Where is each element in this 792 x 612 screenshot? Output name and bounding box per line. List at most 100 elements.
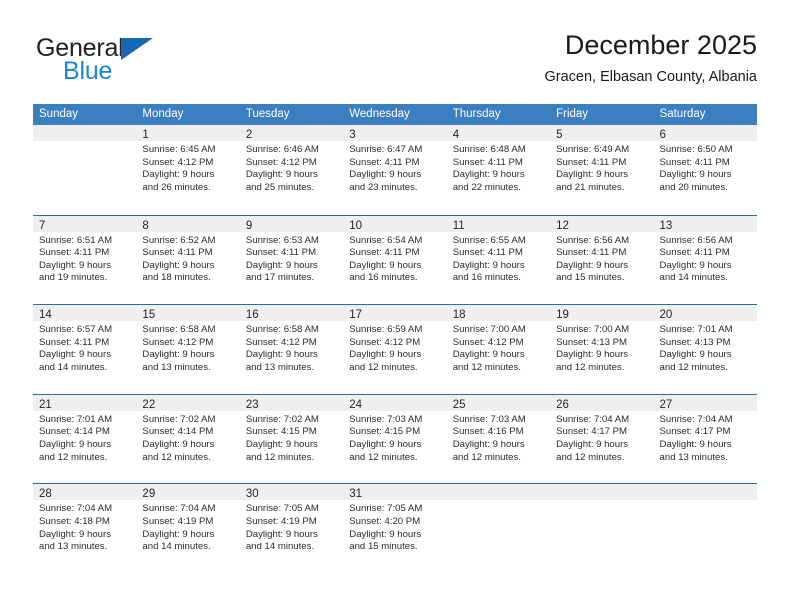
calendar-day-cell[interactable]: 28 Sunrise: 7:04 AM Sunset: 4:18 PM Dayligh… xyxy=(33,484,137,573)
calendar-day-cell[interactable]: 21 Sunrise: 7:01 AM Sunset: 4:14 PM Dayligh… xyxy=(33,394,137,484)
daylight-text-line2: and 14 minutes. xyxy=(142,541,211,553)
sunset-text: Sunset: 4:12 PM xyxy=(245,336,317,348)
sunrise-text: Sunrise: 7:00 AM xyxy=(452,324,526,336)
day-detail: Sunrise: 6:57 AM Sunset: 4:11 PM Daylight:… xyxy=(33,321,136,374)
weekday-header-sunday: Sunday xyxy=(39,108,79,120)
day-number-band: 24 xyxy=(343,394,447,411)
daylight-text-line1: Daylight: 9 hours xyxy=(452,259,525,271)
calendar-day-cell[interactable]: 31 Sunrise: 7:05 AM Sunset: 4:20 PM Dayligh… xyxy=(343,484,447,573)
sunrise-text: Sunrise: 6:59 AM xyxy=(349,324,423,336)
day-number-band: 22 xyxy=(136,394,240,411)
daylight-text-line1: Daylight: 9 hours xyxy=(349,438,422,450)
sunset-text: Sunset: 4:11 PM xyxy=(39,247,110,259)
sunrise-text: Sunrise: 6:58 AM xyxy=(245,324,319,336)
day-number-band: 9 xyxy=(239,215,344,232)
day-number: 31 xyxy=(349,488,363,501)
calendar-day-cell[interactable]: 8 Sunrise: 6:52 AM Sunset: 4:11 PM Daylight… xyxy=(136,215,240,305)
sunset-text: Sunset: 4:16 PM xyxy=(452,426,524,438)
calendar-day-cell[interactable]: 27 Sunrise: 7:04 AM Sunset: 4:17 PM Dayligh… xyxy=(653,394,757,484)
calendar-day-cell[interactable]: 24 Sunrise: 7:03 AM Sunset: 4:15 PM Dayligh… xyxy=(343,394,447,484)
sunset-text: Sunset: 4:11 PM xyxy=(556,156,627,168)
day-detail: Sunrise: 7:02 AM Sunset: 4:14 PM Daylight:… xyxy=(136,411,239,464)
daylight-text-line2: and 12 minutes. xyxy=(556,451,625,463)
calendar-day-cell[interactable]: 19 Sunrise: 7:00 AM Sunset: 4:13 PM Dayligh… xyxy=(550,305,654,394)
calendar-day-cell[interactable]: 4 Sunrise: 6:48 AM Sunset: 4:11 PM Daylight… xyxy=(446,125,551,215)
calendar-day-cell[interactable]: 5 Sunrise: 6:49 AM Sunset: 4:11 PM Daylight… xyxy=(550,125,654,215)
calendar-day-cell[interactable]: 2 Sunrise: 6:46 AM Sunset: 4:12 PM Daylight… xyxy=(239,125,344,215)
day-number-band: 18 xyxy=(446,305,551,322)
calendar-day-cell[interactable]: 18 Sunrise: 7:00 AM Sunset: 4:12 PM Dayligh… xyxy=(446,305,551,394)
day-number-band xyxy=(653,484,757,501)
calendar-day-cell[interactable]: 10 Sunrise: 6:54 AM Sunset: 4:11 PM Dayligh… xyxy=(343,215,447,305)
day-detail: Sunrise: 7:04 AM Sunset: 4:18 PM Daylight:… xyxy=(33,500,136,553)
day-number: 8 xyxy=(142,219,149,232)
calendar-day-cell[interactable]: 20 Sunrise: 7:01 AM Sunset: 4:13 PM Dayligh… xyxy=(653,305,757,394)
day-detail: Sunrise: 7:04 AM Sunset: 4:17 PM Daylight:… xyxy=(550,411,653,464)
daylight-text-line1: Daylight: 9 hours xyxy=(452,438,525,450)
daylight-text-line2: and 13 minutes. xyxy=(39,541,108,553)
calendar-day-cell[interactable]: 23 Sunrise: 7:02 AM Sunset: 4:15 PM Dayligh… xyxy=(239,394,344,484)
day-number: 17 xyxy=(349,309,363,322)
day-number: 28 xyxy=(39,488,52,501)
calendar-day-cell[interactable]: 6 Sunrise: 6:50 AM Sunset: 4:11 PM Daylight… xyxy=(653,125,757,215)
daylight-text-line2: and 15 minutes. xyxy=(349,541,418,553)
day-number-band: 13 xyxy=(653,215,757,232)
sunset-text: Sunset: 4:14 PM xyxy=(142,426,214,438)
daylight-text-line1: Daylight: 9 hours xyxy=(39,438,111,450)
sunrise-text: Sunrise: 6:51 AM xyxy=(39,234,113,246)
daylight-text-line1: Daylight: 9 hours xyxy=(245,169,318,181)
calendar-grid: Sunday Monday Tuesday Wednesday Thursday Frid… xyxy=(33,104,757,573)
day-number: 4 xyxy=(452,129,460,141)
calendar-day-cell[interactable]: 26 Sunrise: 7:04 AM Sunset: 4:17 PM Dayligh… xyxy=(550,394,654,484)
day-number: 27 xyxy=(659,398,673,411)
sunset-text: Sunset: 4:14 PM xyxy=(39,426,110,438)
day-detail: Sunrise: 6:59 AM Sunset: 4:12 PM Daylight:… xyxy=(343,321,446,374)
calendar-day-cell[interactable]: 29 Sunrise: 7:04 AM Sunset: 4:19 PM Dayligh… xyxy=(136,484,240,573)
daylight-text-line1: Daylight: 9 hours xyxy=(142,169,215,181)
calendar-day-cell[interactable]: 9 Sunrise: 6:53 AM Sunset: 4:11 PM Daylight… xyxy=(239,215,344,305)
calendar-day-cell[interactable]: 13 Sunrise: 6:56 AM Sunset: 4:11 PM Dayligh… xyxy=(653,215,757,305)
calendar-day-cell[interactable]: 22 Sunrise: 7:02 AM Sunset: 4:14 PM Dayligh… xyxy=(136,394,240,484)
calendar-day-cell[interactable]: 3 Sunrise: 6:47 AM Sunset: 4:11 PM Daylight… xyxy=(343,125,447,215)
sunrise-text: Sunrise: 6:54 AM xyxy=(349,234,423,246)
day-detail: Sunrise: 6:48 AM Sunset: 4:11 PM Daylight:… xyxy=(447,141,550,194)
sunset-text: Sunset: 4:11 PM xyxy=(245,247,317,259)
day-detail: Sunrise: 7:00 AM Sunset: 4:12 PM Daylight:… xyxy=(447,321,550,374)
calendar-day-cell[interactable]: 7 Sunrise: 6:51 AM Sunset: 4:11 PM Daylight… xyxy=(33,215,137,305)
daylight-text-line2: and 14 minutes. xyxy=(245,541,315,553)
sunrise-text: Sunrise: 7:01 AM xyxy=(659,324,733,336)
sunrise-text: Sunrise: 6:48 AM xyxy=(452,144,526,155)
day-detail: Sunrise: 6:56 AM Sunset: 4:11 PM Daylight:… xyxy=(654,232,757,285)
day-number-band: 31 xyxy=(343,484,447,501)
day-detail: Sunrise: 7:05 AM Sunset: 4:20 PM Daylight:… xyxy=(343,500,446,553)
day-detail xyxy=(33,141,136,144)
calendar-day-cell[interactable]: 1 Sunrise: 6:45 AM Sunset: 4:12 PM Daylight… xyxy=(136,125,240,215)
day-number-band: 28 xyxy=(33,484,137,501)
calendar-day-cell[interactable]: 14 Sunrise: 6:57 AM Sunset: 4:11 PM Dayligh… xyxy=(33,305,137,394)
sunset-text: Sunset: 4:19 PM xyxy=(245,515,317,527)
calendar-day-cell[interactable]: 15 Sunrise: 6:58 AM Sunset: 4:12 PM Dayligh… xyxy=(136,305,240,394)
calendar-day-cell[interactable]: 11 Sunrise: 6:55 AM Sunset: 4:11 PM Dayligh… xyxy=(446,215,551,305)
calendar-day-cell[interactable]: 30 Sunrise: 7:05 AM Sunset: 4:19 PM Dayligh… xyxy=(239,484,344,573)
day-detail: Sunrise: 7:00 AM Sunset: 4:13 PM Daylight:… xyxy=(550,321,653,374)
page-header: General Blue December 2025 Gracen, Elbas… xyxy=(33,28,757,94)
calendar-day-cell[interactable]: 17 Sunrise: 6:59 AM Sunset: 4:12 PM Dayligh… xyxy=(343,305,447,394)
calendar-day-cell[interactable]: 25 Sunrise: 7:03 AM Sunset: 4:16 PM Dayligh… xyxy=(446,394,551,484)
calendar-day-cell[interactable]: 12 Sunrise: 6:56 AM Sunset: 4:11 PM Dayligh… xyxy=(550,215,654,305)
daylight-text-line1: Daylight: 9 hours xyxy=(39,349,111,361)
daylight-text-line2: and 13 minutes. xyxy=(659,451,728,463)
daylight-text-line2: and 16 minutes. xyxy=(349,272,418,284)
daylight-text-line2: and 17 minutes. xyxy=(245,272,315,284)
calendar-day-cell[interactable]: 16 Sunrise: 6:58 AM Sunset: 4:12 PM Dayligh… xyxy=(239,305,344,394)
day-number-band: 30 xyxy=(239,484,344,501)
daylight-text-line2: and 19 minutes. xyxy=(39,272,108,284)
day-number-band: 16 xyxy=(239,305,344,322)
daylight-text-line1: Daylight: 9 hours xyxy=(659,169,732,181)
day-detail: Sunrise: 6:45 AM Sunset: 4:12 PM Daylight:… xyxy=(136,141,239,194)
daylight-text-line2: and 18 minutes. xyxy=(142,272,211,284)
daylight-text-line1: Daylight: 9 hours xyxy=(39,259,111,271)
daylight-text-line2: and 13 minutes. xyxy=(142,361,211,373)
day-number-band: 8 xyxy=(136,215,240,232)
day-number-band: 29 xyxy=(136,484,240,501)
daylight-text-line1: Daylight: 9 hours xyxy=(452,349,525,361)
